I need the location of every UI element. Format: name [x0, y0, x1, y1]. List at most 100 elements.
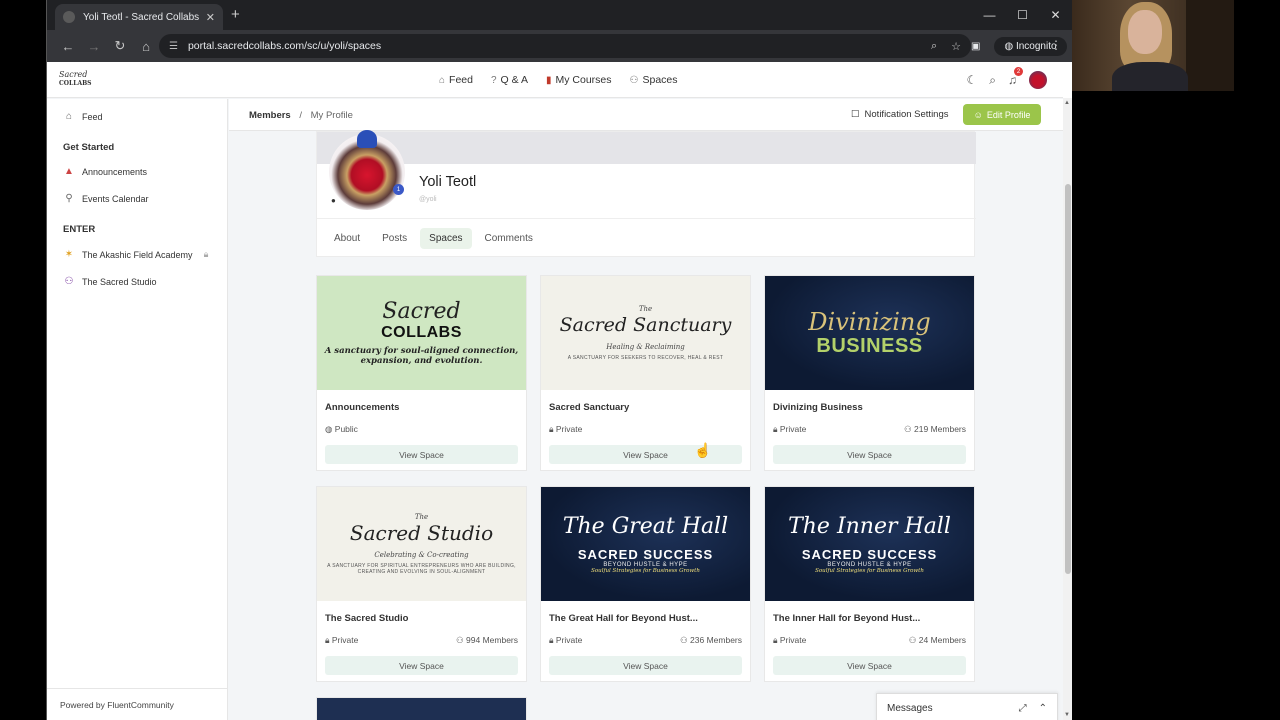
sidebar-item-feed[interactable]: ⌂ Feed — [63, 111, 103, 122]
cover-title-bold: BUSINESS — [816, 334, 923, 357]
nav-qa-label: Q & A — [500, 74, 528, 86]
forward-icon[interactable]: → — [81, 39, 107, 54]
minimize-icon[interactable]: — — [973, 0, 1006, 30]
nav-qa[interactable]: ? Q & A — [491, 74, 528, 86]
tab-title: Yoli Teotl - Sacred Collabs Portal — [83, 11, 200, 23]
view-space-button[interactable]: View Space — [325, 656, 518, 675]
breadcrumb-members[interactable]: Members — [249, 110, 291, 121]
space-card-partial[interactable] — [316, 697, 527, 720]
lock-icon: 🔒︎ — [549, 635, 556, 645]
space-members-count: 219 Members — [914, 424, 966, 434]
url-text: portal.sacredcollabs.com/sc/u/yoli/space… — [187, 40, 382, 52]
user-icon: ☺ — [973, 109, 983, 120]
nav-spaces[interactable]: ⚇ Spaces — [630, 74, 678, 86]
tab-about[interactable]: About — [325, 228, 369, 249]
members-icon: ⚇ — [456, 635, 467, 645]
tab-posts[interactable]: Posts — [373, 228, 416, 249]
sidebar-item-announcements[interactable]: ▲ Announcements — [63, 166, 147, 177]
people-icon: ⚇ — [629, 74, 639, 86]
space-members-count: 994 Members — [466, 635, 518, 645]
megaphone-icon: ▲ — [64, 166, 74, 177]
view-space-button[interactable]: View Space — [325, 445, 518, 464]
dark-mode-icon[interactable]: ☾ — [967, 73, 978, 87]
tab-spaces[interactable]: Spaces — [420, 228, 472, 249]
new-tab-icon[interactable]: + — [231, 6, 240, 23]
webcam-overlay — [1072, 0, 1234, 91]
space-card-sacred-studio[interactable]: The Sacred Studio Celebrating & Co-creat… — [316, 486, 527, 682]
main-nav: ⌂ Feed ? Q & A ▮ My Courses ⚇ Spaces — [439, 62, 678, 98]
space-cover-image: The Sacred Sanctuary Healing & Reclaimin… — [541, 276, 750, 390]
browser-menu-icon[interactable]: ⋮ — [1050, 38, 1062, 52]
browser-tab[interactable]: Yoli Teotl - Sacred Collabs Portal ✕ — [55, 4, 223, 30]
cover-title-bold: COLLABS — [381, 324, 462, 341]
page: Sacred COLLABS ⌂ Feed ? Q & A ▮ My Courses … — [47, 62, 1063, 720]
cover-title-bold: SACRED SUCCESS — [577, 546, 714, 562]
page-scrollbar[interactable]: ▲ ▼ — [1063, 98, 1072, 720]
camera-icon[interactable]: ● — [331, 196, 336, 205]
profile-avatar[interactable]: 1 ● — [329, 130, 405, 210]
space-card-announcements[interactable]: Sacred COLLABS A sanctuary for soul-alig… — [316, 275, 527, 471]
space-privacy-label: Public — [334, 424, 358, 434]
bookmark-star-icon[interactable]: ☆ — [951, 40, 961, 53]
space-members-count: 236 Members — [690, 635, 742, 645]
nav-feed[interactable]: ⌂ Feed — [439, 74, 473, 86]
notification-settings-link[interactable]: ☐ Notification Settings — [851, 109, 949, 120]
sidebar-item-events[interactable]: ⚲ Events Calendar — [63, 193, 148, 204]
logo-line2: COLLABS — [59, 80, 92, 87]
space-cover-image: The Sacred Studio Celebrating & Co-creat… — [317, 487, 526, 601]
cover-small-text: A SANCTUARY FOR SEEKERS TO RECOVER, HEAL… — [567, 355, 724, 361]
view-space-button[interactable]: View Space — [773, 656, 966, 675]
question-icon: ? — [490, 74, 497, 86]
space-name: Divinizing Business — [773, 402, 863, 413]
cast-icon[interactable]: ▣ — [971, 41, 980, 52]
chevron-up-icon[interactable]: ⌃ — [1039, 703, 1047, 714]
zoom-icon[interactable]: ⌕ — [931, 40, 937, 53]
scroll-up-icon[interactable]: ▲ — [1064, 100, 1070, 106]
logo-line1: Sacred — [59, 70, 88, 79]
sidebar: ⌂ Feed Get Started ▲ Announcements ⚲ Events… — [47, 99, 228, 720]
reload-icon[interactable]: ↻ — [107, 38, 133, 54]
space-cover-image: Sacred COLLABS A sanctuary for soul-alig… — [317, 276, 526, 390]
home-icon: ⌂ — [65, 111, 73, 122]
space-card-sacred-sanctuary[interactable]: The Sacred Sanctuary Healing & Reclaimin… — [540, 275, 751, 471]
nav-feed-label: Feed — [449, 74, 473, 86]
view-space-button[interactable]: View Space — [549, 656, 742, 675]
space-card-inner-hall[interactable]: The Inner Hall SACRED SUCCESS BEYOND HUS… — [764, 486, 975, 682]
notification-count: 2 — [1014, 67, 1023, 76]
edit-profile-button[interactable]: ☺ Edit Profile — [963, 104, 1041, 125]
webcam-bookshelf — [1186, 0, 1234, 91]
sidebar-item-studio[interactable]: ⚇ The Sacred Studio — [63, 276, 157, 287]
address-bar[interactable]: ☰ portal.sacredcollabs.com/sc/u/yoli/spa… — [159, 34, 971, 58]
view-space-button[interactable]: View Space — [773, 445, 966, 464]
back-icon[interactable]: ← — [55, 39, 81, 54]
scroll-down-icon[interactable]: ▼ — [1064, 712, 1070, 718]
expand-icon[interactable]: ⤢ — [1019, 703, 1027, 714]
powered-by[interactable]: Powered by FluentCommunity — [47, 688, 228, 720]
notifications-bell-icon[interactable]: ♫ 2 — [1008, 67, 1023, 87]
messages-panel[interactable]: Messages ⤢ ⌃ — [876, 693, 1058, 720]
scrollbar-thumb[interactable] — [1065, 184, 1071, 574]
tab-comments[interactable]: Comments — [476, 228, 542, 249]
header-bar: Members / My Profile ☐ Notification Setti… — [229, 99, 1063, 131]
search-icon[interactable]: ⌕ — [989, 73, 996, 88]
cover-tagline: Soulful Strategies for Business Growth — [591, 567, 700, 574]
site-logo[interactable]: Sacred COLLABS — [59, 70, 101, 92]
nav-my-courses[interactable]: ▮ My Courses — [546, 74, 612, 86]
sidebar-item-akashic[interactable]: ✶ The Akashic Field Academy 🔒︎ — [63, 249, 209, 260]
maximize-icon[interactable]: ☐ — [1006, 0, 1039, 30]
user-avatar[interactable] — [1029, 71, 1047, 89]
cover-the: The — [414, 513, 429, 521]
cover-title-script: Sacred Sanctuary — [559, 314, 732, 336]
space-members: ⚇ 24 Members — [909, 635, 966, 646]
mouse-cursor-icon: ☝ — [694, 442, 712, 458]
space-card-divinizing-business[interactable]: Divinizing BUSINESS Divinizing Business … — [764, 275, 975, 471]
space-privacy-label: Private — [331, 635, 359, 645]
nav-courses-label: My Courses — [555, 74, 612, 86]
close-tab-icon[interactable]: ✕ — [206, 11, 215, 24]
site-info-icon[interactable]: ☰ — [169, 41, 178, 52]
breadcrumb: Members / My Profile — [249, 110, 353, 121]
home-icon[interactable]: ⌂ — [133, 39, 159, 54]
close-window-icon[interactable]: ✕ — [1039, 0, 1072, 30]
space-card-great-hall[interactable]: The Great Hall SACRED SUCCESS BEYOND HUS… — [540, 486, 751, 682]
view-space-button[interactable]: View Space — [549, 445, 742, 464]
